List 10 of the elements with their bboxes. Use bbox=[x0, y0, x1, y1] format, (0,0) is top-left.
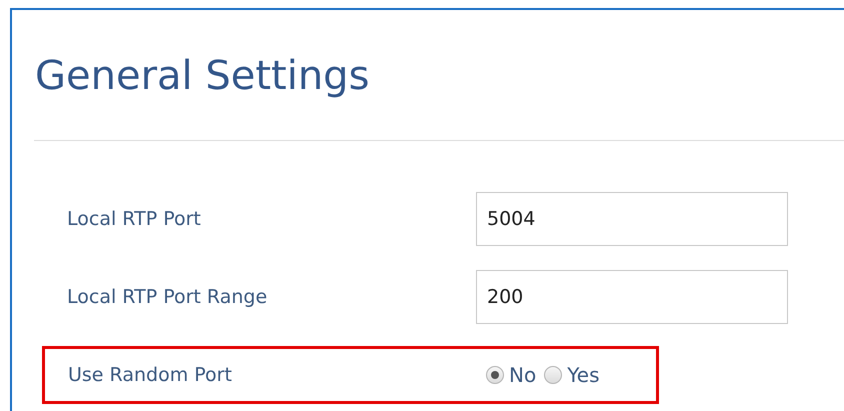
field-label: Use Random Port bbox=[68, 362, 233, 388]
field-label: Local RTP Port bbox=[67, 206, 202, 232]
input-field[interactable]: 5004 bbox=[476, 192, 788, 246]
radio-option[interactable]: Yes bbox=[544, 360, 600, 390]
field-label: Local RTP Port Range bbox=[67, 284, 268, 310]
radio-button[interactable] bbox=[544, 366, 562, 384]
radio-button[interactable] bbox=[486, 366, 504, 384]
input-field[interactable]: 200 bbox=[476, 270, 788, 324]
radio-option[interactable]: No bbox=[486, 360, 536, 390]
page-title: General Settings bbox=[34, 52, 370, 101]
